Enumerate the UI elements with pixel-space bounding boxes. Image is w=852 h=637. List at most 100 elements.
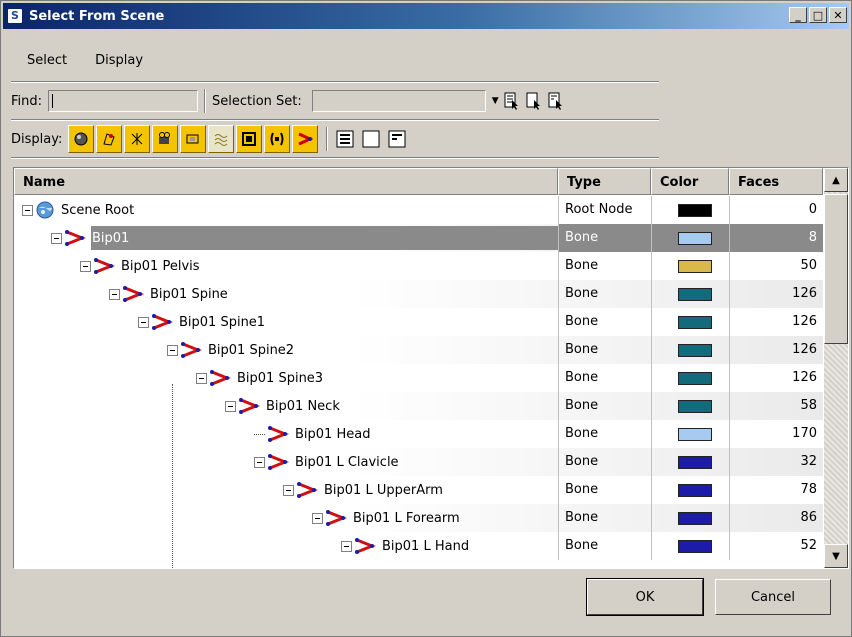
color-swatch[interactable]: [678, 484, 712, 497]
object-name: Bip01 L Clavicle: [295, 454, 399, 470]
collapse-icon[interactable]: [22, 204, 33, 216]
color-swatch[interactable]: [678, 428, 712, 441]
color-swatch[interactable]: [678, 260, 712, 273]
collapse-icon[interactable]: [167, 344, 178, 356]
table-row[interactable]: Bip01 L UpperArm Bone 78: [14, 476, 823, 504]
find-toolbar: Find: Selection Set: ▼: [11, 89, 569, 113]
table-row[interactable]: Bip01 Spine3 Bone 126: [14, 364, 823, 392]
display-groups-icon[interactable]: [236, 125, 263, 153]
display-bones-icon[interactable]: [292, 125, 319, 153]
collapse-icon[interactable]: [51, 232, 62, 244]
color-swatch[interactable]: [678, 232, 712, 245]
color-swatch[interactable]: [678, 540, 712, 553]
object-color-cell: [651, 224, 729, 252]
scroll-up-icon[interactable]: ▲: [824, 168, 848, 192]
object-faces: 126: [729, 280, 823, 308]
color-swatch[interactable]: [678, 316, 712, 329]
table-row[interactable]: Bip01 L Forearm Bone 86: [14, 504, 823, 532]
color-swatch[interactable]: [678, 288, 712, 301]
display-shapes-icon[interactable]: [96, 125, 123, 153]
collapse-icon[interactable]: [254, 456, 265, 468]
tree-cell: Scene Root: [14, 196, 558, 224]
color-swatch[interactable]: [678, 344, 712, 357]
collapse-icon[interactable]: [138, 316, 149, 328]
toolbar-separator: [204, 89, 207, 113]
column-header-name[interactable]: Name: [14, 168, 558, 195]
table-row[interactable]: Bip01 Head Bone 170: [14, 420, 823, 448]
menu-select[interactable]: Select: [3, 50, 81, 72]
color-swatch[interactable]: [678, 204, 712, 217]
menu-bar: Select Display: [3, 47, 849, 75]
app-logo-icon[interactable]: S: [7, 8, 23, 24]
vertical-scrollbar[interactable]: ▲ ▼: [824, 168, 848, 568]
display-lights-icon[interactable]: [124, 125, 151, 153]
display-invert-icon[interactable]: [386, 127, 408, 151]
color-swatch[interactable]: [678, 512, 712, 525]
select-all-icon[interactable]: [503, 91, 521, 111]
color-swatch[interactable]: [678, 372, 712, 385]
table-row[interactable]: Scene Root Root Node 0: [14, 196, 823, 224]
table-row[interactable]: Bip01 Spine2 Bone 126: [14, 336, 823, 364]
cancel-button[interactable]: Cancel: [715, 579, 831, 615]
find-input[interactable]: [48, 90, 199, 112]
table-row[interactable]: Bip01 Spine Bone 126: [14, 280, 823, 308]
display-helpers-icon[interactable]: [180, 125, 207, 153]
tree-cell: Bip01 L Clavicle: [14, 448, 558, 476]
column-header-faces[interactable]: Faces: [729, 168, 823, 195]
title-bar: S Select From Scene _ □ ✕: [3, 3, 849, 29]
table-row[interactable]: Bip01 Neck Bone 58: [14, 392, 823, 420]
scene-object-list[interactable]: Name Type Color Faces Scene Root Root Nod…: [13, 167, 849, 569]
collapse-icon[interactable]: [312, 512, 323, 524]
collapse-icon[interactable]: [196, 372, 207, 384]
column-header-type[interactable]: Type: [558, 168, 651, 195]
column-header-color[interactable]: Color: [651, 168, 729, 195]
menu-display[interactable]: Display: [81, 50, 157, 72]
display-all-icon[interactable]: [334, 127, 356, 151]
tree-node: Bip01 Spine: [109, 280, 228, 308]
object-faces: 78: [729, 476, 823, 504]
object-type: Bone: [558, 308, 651, 336]
table-row[interactable]: Bip01 L Clavicle Bone 32: [14, 448, 823, 476]
collapse-icon[interactable]: [283, 484, 294, 496]
table-row[interactable]: Bip01 Bone 8: [14, 224, 823, 252]
tree-node: Bip01 Neck: [225, 392, 340, 420]
ok-button[interactable]: OK: [586, 578, 704, 616]
minimize-button[interactable]: _: [789, 7, 807, 23]
display-label: Display:: [11, 131, 63, 147]
table-row[interactable]: Bip01 Pelvis Bone 50: [14, 252, 823, 280]
color-swatch[interactable]: [678, 400, 712, 413]
window-title: Select From Scene: [29, 8, 165, 24]
object-type: Bone: [558, 364, 651, 392]
display-toolbar: Display:: [11, 125, 412, 153]
table-row[interactable]: Bip01 L Hand Bone 52: [14, 532, 823, 560]
tree-node: Bip01 Spine3: [196, 364, 323, 392]
display-cameras-icon[interactable]: [152, 125, 179, 153]
tree-node: Bip01 L Clavicle: [254, 448, 399, 476]
select-invert-icon[interactable]: [547, 91, 565, 111]
tree-node: Bip01 L Forearm: [312, 504, 460, 532]
collapse-icon[interactable]: [341, 540, 352, 552]
selection-set-dropdown[interactable]: [311, 90, 486, 112]
toolbar-divider: [11, 119, 659, 121]
display-geometry-icon[interactable]: [68, 125, 95, 153]
display-spacewarps-icon[interactable]: [208, 125, 235, 153]
object-name: Scene Root: [61, 202, 135, 218]
collapse-icon[interactable]: [80, 260, 91, 272]
scrollbar-thumb[interactable]: [824, 194, 848, 344]
dropdown-arrow-icon[interactable]: ▼: [492, 96, 499, 106]
display-none-icon[interactable]: [360, 127, 382, 151]
collapse-icon[interactable]: [109, 288, 120, 300]
scroll-down-icon[interactable]: ▼: [824, 544, 848, 568]
collapse-icon[interactable]: [225, 400, 236, 412]
close-button[interactable]: ✕: [829, 7, 847, 23]
table-row[interactable]: Bip01 Spine1 Bone 126: [14, 308, 823, 336]
color-swatch[interactable]: [678, 456, 712, 469]
maximize-button[interactable]: □: [809, 7, 827, 23]
object-type: Bone: [558, 532, 651, 560]
object-faces: 170: [729, 420, 823, 448]
select-none-icon[interactable]: [525, 91, 543, 111]
tree-node: Bip01 L UpperArm: [283, 476, 443, 504]
display-xrefs-icon[interactable]: [264, 125, 291, 153]
object-name: Bip01 Neck: [266, 398, 340, 414]
tree-cell: Bip01 Neck: [14, 392, 558, 420]
